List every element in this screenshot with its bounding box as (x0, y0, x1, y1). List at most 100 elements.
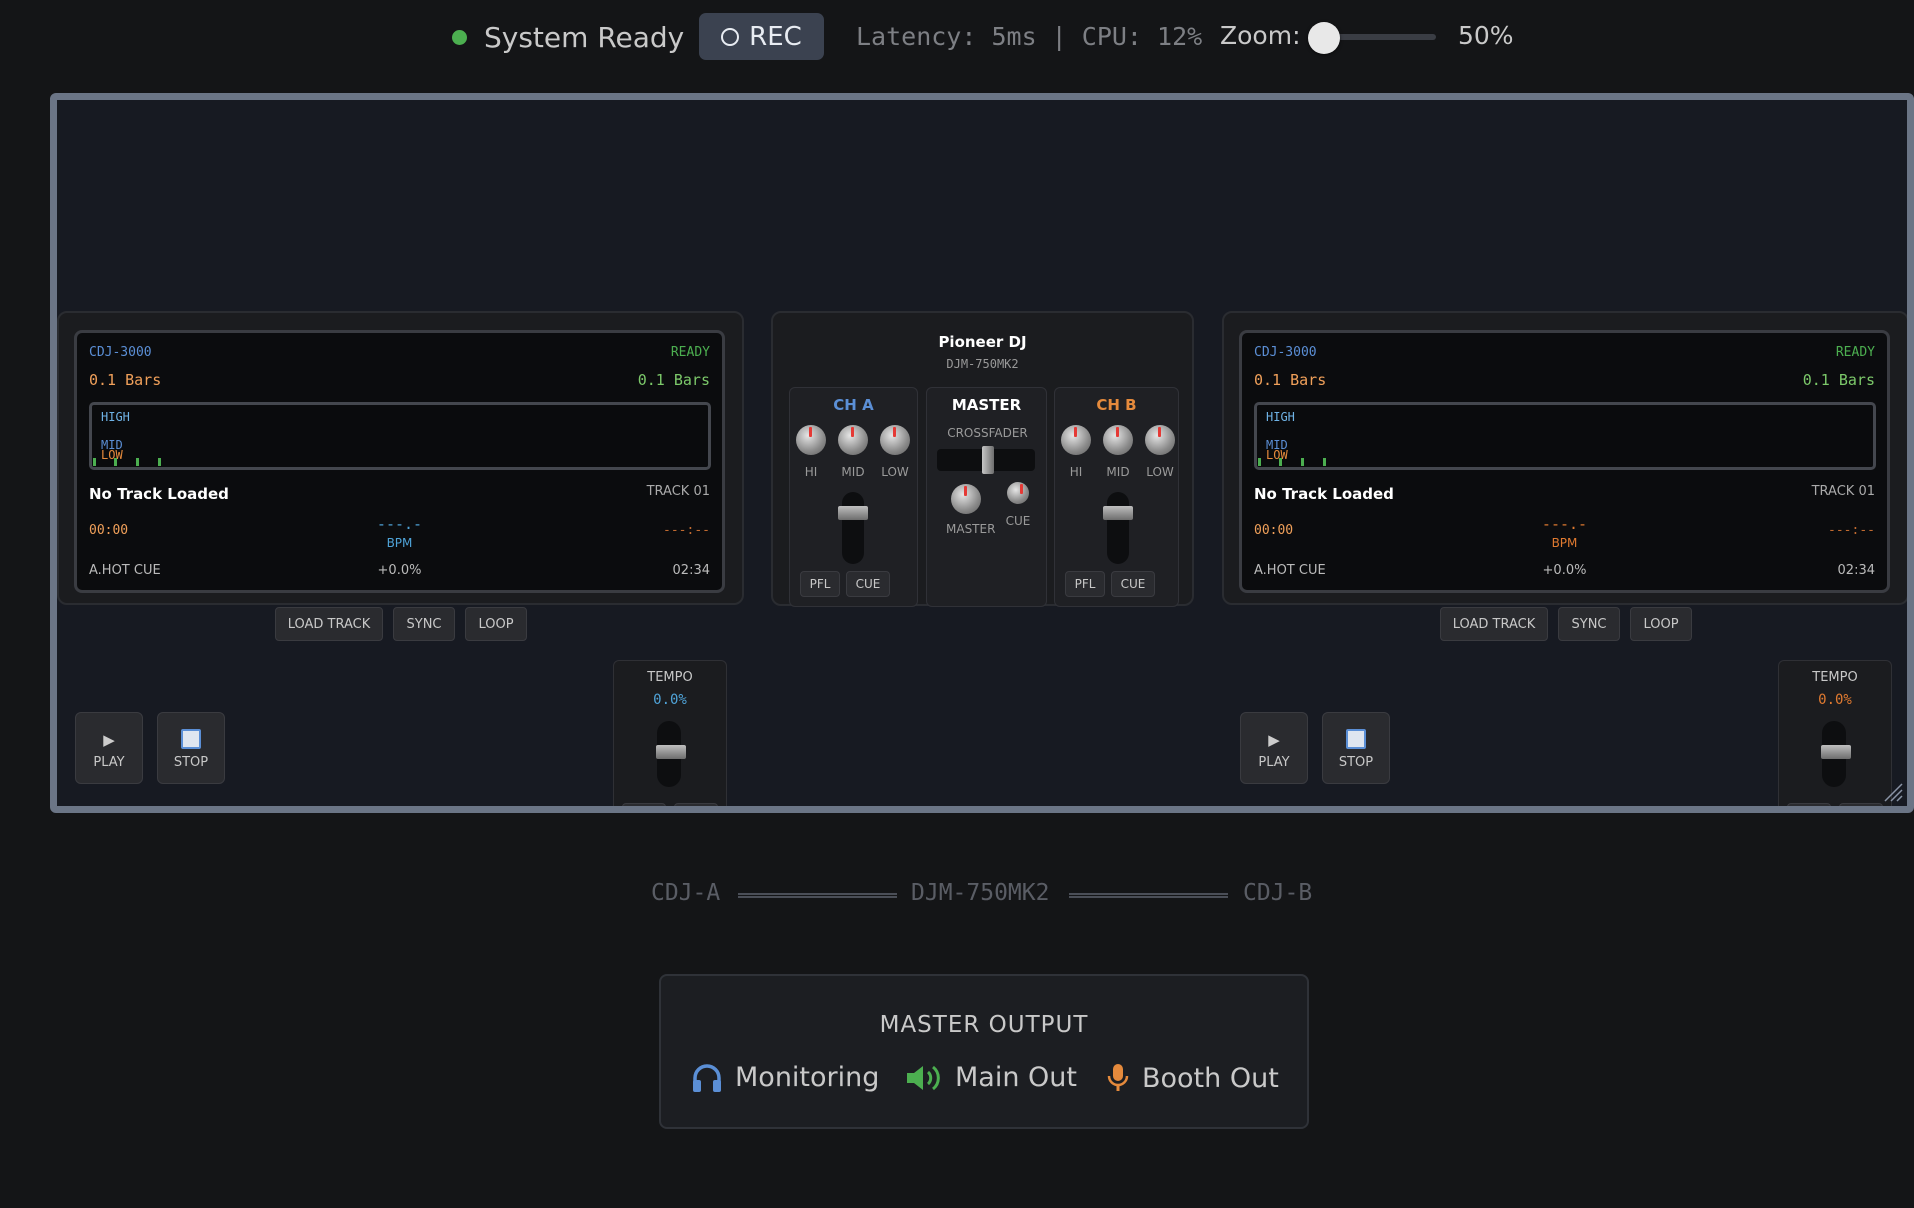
deck-a-model: CDJ-3000 (89, 345, 152, 360)
output-main-out[interactable]: Main Out (905, 1062, 1077, 1093)
mixer-master-section: MASTER CROSSFADER MASTER CUE (926, 387, 1047, 607)
deck-b-tempo-reset-button[interactable] (1839, 803, 1883, 806)
mixer-panel: Pioneer DJ DJM-750MK2 CH A HI MID LOW PF… (771, 311, 1194, 607)
channel-a-mid-knob[interactable] (838, 425, 868, 455)
channel-a-hi-knob[interactable] (796, 425, 826, 455)
channel-b-cue-button[interactable]: CUE (1111, 571, 1155, 597)
channel-b-fader-thumb[interactable] (1103, 506, 1133, 520)
deck-b-remaining-time: ---:-- (1828, 523, 1875, 538)
output-monitoring-label: Monitoring (735, 1062, 880, 1093)
beat-marker (1258, 458, 1261, 466)
channel-b-hi-knob[interactable] (1061, 425, 1091, 455)
deck-b-waveform[interactable]: HIGH MID LOW (1254, 402, 1876, 470)
deck-a-tempo-slider-thumb[interactable] (656, 745, 686, 759)
mixer-channel-b: CH B HI MID LOW PFL CUE (1054, 387, 1179, 607)
mixer-brand: Pioneer DJ (938, 333, 1027, 351)
deck-b-bars-right: 0.1 Bars (1802, 371, 1875, 389)
channel-b-mid-knob[interactable] (1103, 425, 1133, 455)
channel-a-hi-label: HI (804, 465, 818, 479)
deck-b-bars-left: 0.1 Bars (1254, 371, 1327, 389)
deck-b-screen: CDJ-3000 READY 0.1 Bars 0.1 Bars HIGH MI… (1239, 330, 1890, 593)
deck-a-duration: 02:34 (672, 563, 710, 578)
waveform-high-label: HIGH (1266, 410, 1295, 424)
beat-marker (93, 458, 96, 466)
chain-right-label: CDJ-B (1243, 880, 1313, 906)
record-label: REC (749, 21, 802, 52)
deck-a-panel: CDJ-3000 READY 0.1 Bars 0.1 Bars HIGH MI… (57, 311, 744, 605)
zoom-slider-thumb[interactable] (1308, 22, 1340, 54)
stop-icon (181, 729, 201, 749)
channel-a-pfl-button[interactable]: PFL (800, 571, 840, 597)
crossfader-thumb[interactable] (982, 446, 994, 474)
deck-a-tempo-value: 0.0% (653, 692, 687, 708)
channel-b-fader-track[interactable] (1107, 492, 1129, 564)
deck-a-loop-button[interactable]: LOOP (465, 607, 527, 641)
deck-a-bpm-value: ---.- (376, 515, 423, 533)
deck-a-screen: CDJ-3000 READY 0.1 Bars 0.1 Bars HIGH MI… (74, 330, 725, 593)
deck-a-stop-button[interactable]: STOP (157, 712, 225, 784)
deck-b-track-number: TRACK 01 (1811, 484, 1875, 499)
record-circle-icon (721, 27, 740, 46)
record-button[interactable]: REC (699, 13, 824, 60)
deck-b-panel: CDJ-3000 READY 0.1 Bars 0.1 Bars HIGH MI… (1222, 311, 1907, 605)
top-status-bar: System Ready REC Latency: 5ms | CPU: 12%… (0, 12, 1914, 62)
channel-a-mid-label: MID (841, 465, 865, 479)
channel-b-low-knob[interactable] (1145, 425, 1175, 455)
waveform-low-label: LOW (101, 448, 123, 462)
status-indicator-dot (452, 30, 467, 45)
deck-b-tempo-slider-thumb[interactable] (1821, 745, 1851, 759)
deck-a-tempo-range-button[interactable] (622, 803, 666, 806)
headphones-icon (693, 1063, 721, 1092)
beat-marker (1301, 458, 1304, 466)
channel-b-pfl-button[interactable]: PFL (1065, 571, 1105, 597)
deck-a-bars-right: 0.1 Bars (637, 371, 710, 389)
deck-a-waveform[interactable]: HIGH MID LOW (89, 402, 711, 470)
cue-level-knob[interactable] (1007, 482, 1029, 504)
beat-marker (136, 458, 139, 466)
zoom-value: 50% (1458, 21, 1514, 50)
output-main-out-label: Main Out (955, 1062, 1077, 1093)
waveform-high-label: HIGH (101, 410, 130, 424)
deck-a-load-track-button[interactable]: LOAD TRACK (275, 607, 383, 641)
channel-a-cue-button[interactable]: CUE (846, 571, 890, 597)
channel-a-fader-thumb[interactable] (838, 506, 868, 520)
output-booth-out[interactable]: Booth Out (1106, 1062, 1279, 1094)
deck-b-loop-button[interactable]: LOOP (1630, 607, 1692, 641)
deck-b-sync-button[interactable]: SYNC (1558, 607, 1620, 641)
beat-marker (1279, 458, 1282, 466)
master-title: MASTER (951, 396, 1022, 414)
output-booth-out-label: Booth Out (1142, 1062, 1279, 1094)
deck-b-status: READY (1835, 345, 1875, 360)
deck-a-pitch: +0.0% (377, 563, 422, 578)
channel-a-low-knob[interactable] (880, 425, 910, 455)
master-level-knob[interactable] (951, 484, 981, 514)
channel-a-fader-track[interactable] (842, 492, 864, 564)
beat-marker (158, 458, 161, 466)
channel-b-low-label: LOW (1146, 465, 1174, 479)
master-output-panel: MASTER OUTPUT Monitoring Main Out Booth … (659, 974, 1309, 1129)
output-monitoring[interactable]: Monitoring (691, 1062, 879, 1093)
deck-b-pitch: +0.0% (1542, 563, 1587, 578)
zoom-label: Zoom: (1220, 21, 1301, 50)
deck-a-bpm-label: BPM (386, 536, 413, 550)
beat-marker (114, 458, 117, 466)
channel-b-title: CH B (1096, 396, 1137, 414)
latency-cpu-readout: Latency: 5ms | CPU: 12% (856, 22, 1203, 51)
deck-b-tempo-panel: TEMPO 0.0% (1778, 660, 1892, 806)
deck-b-load-track-button[interactable]: LOAD TRACK (1440, 607, 1548, 641)
deck-b-stop-button[interactable]: STOP (1322, 712, 1390, 784)
play-icon: ▶ (103, 731, 115, 749)
status-text: System Ready (484, 21, 685, 54)
channel-a-low-label: LOW (881, 465, 909, 479)
deck-a-sync-button[interactable]: SYNC (393, 607, 455, 641)
deck-b-stop-label: STOP (1338, 755, 1374, 770)
deck-a-remaining-time: ---:-- (663, 523, 710, 538)
channel-b-hi-label: HI (1069, 465, 1083, 479)
deck-b-play-button[interactable]: ▶ PLAY (1240, 712, 1308, 784)
resize-handle-icon[interactable] (1881, 780, 1903, 802)
mixer-model: DJM-750MK2 (946, 357, 1019, 371)
deck-a-tempo-reset-button[interactable] (674, 803, 718, 806)
deck-b-tempo-range-button[interactable] (1787, 803, 1831, 806)
deck-a-play-button[interactable]: ▶ PLAY (75, 712, 143, 784)
deck-b-tempo-label: TEMPO (1812, 670, 1858, 685)
